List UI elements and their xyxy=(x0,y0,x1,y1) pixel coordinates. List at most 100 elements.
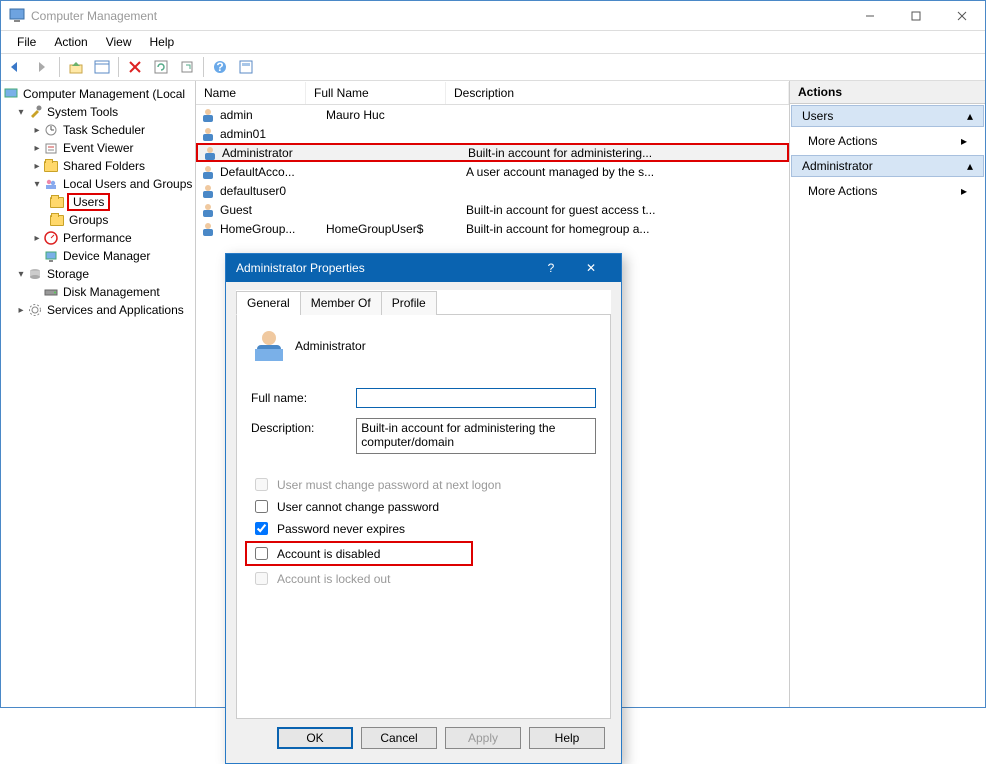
user-row[interactable]: GuestBuilt-in account for guest access t… xyxy=(196,200,789,219)
mmc-icon xyxy=(3,86,19,102)
menu-action[interactable]: Action xyxy=(46,33,95,51)
cell-fullname: HomeGroupUser$ xyxy=(326,222,466,236)
titlebar: Computer Management xyxy=(1,1,985,31)
close-button[interactable] xyxy=(939,1,985,31)
minimize-button[interactable] xyxy=(847,1,893,31)
cell-description: Built-in account for administering... xyxy=(468,146,787,160)
col-fullname[interactable]: Full Name xyxy=(306,82,446,104)
tree-task-scheduler[interactable]: ▸Task Scheduler xyxy=(1,121,195,139)
toolbar: ? xyxy=(1,53,985,81)
apply-button[interactable]: Apply xyxy=(445,727,521,749)
dialog-help-button[interactable]: ? xyxy=(531,261,571,275)
storage-icon xyxy=(27,266,43,282)
user-row[interactable]: DefaultAcco... A user account managed by … xyxy=(196,162,789,181)
cell-name: Guest xyxy=(220,203,326,217)
tree-system-tools[interactable]: ▾System Tools xyxy=(1,103,195,121)
help-button[interactable]: ? xyxy=(208,56,232,78)
tab-profile[interactable]: Profile xyxy=(381,291,437,315)
cell-name: Administrator xyxy=(222,146,328,160)
actions-header: Actions xyxy=(790,81,985,104)
main-window: Computer Management File Action View Hel… xyxy=(0,0,986,708)
cell-description: A user account managed by the s... xyxy=(466,165,789,179)
user-row[interactable]: HomeGroup...HomeGroupUser$Built-in accou… xyxy=(196,219,789,238)
chk-disabled[interactable]: Account is disabled xyxy=(245,541,473,566)
tree-storage[interactable]: ▾Storage xyxy=(1,265,195,283)
fullname-input[interactable] xyxy=(356,388,596,408)
chk-never-expires[interactable]: Password never expires xyxy=(251,519,596,538)
tree-event-viewer[interactable]: ▸Event Viewer xyxy=(1,139,195,157)
chk-cannot-change[interactable]: User cannot change password xyxy=(251,497,596,516)
options-button[interactable] xyxy=(234,56,258,78)
menu-view[interactable]: View xyxy=(98,33,140,51)
separator-icon xyxy=(59,57,60,77)
cancel-button[interactable]: Cancel xyxy=(361,727,437,749)
separator-icon xyxy=(203,57,204,77)
col-name[interactable]: Name xyxy=(196,82,306,104)
user-icon xyxy=(200,202,216,218)
performance-icon xyxy=(43,230,59,246)
tree-root[interactable]: Computer Management (Local xyxy=(1,85,195,103)
back-button[interactable] xyxy=(5,56,29,78)
menu-help[interactable]: Help xyxy=(142,33,183,51)
export-button[interactable] xyxy=(175,56,199,78)
cell-name: admin01 xyxy=(220,127,326,141)
collapse-icon: ▴ xyxy=(967,109,973,123)
actions-more-users[interactable]: More Actions▸ xyxy=(790,128,985,154)
forward-button[interactable] xyxy=(31,56,55,78)
disk-icon xyxy=(43,284,59,300)
user-icon xyxy=(200,164,216,180)
col-description[interactable]: Description xyxy=(446,82,789,104)
app-icon xyxy=(9,8,25,24)
user-row[interactable]: admin01 xyxy=(196,124,789,143)
refresh-button[interactable] xyxy=(149,56,173,78)
description-label: Description: xyxy=(251,418,356,435)
cell-name: DefaultAcco... xyxy=(220,165,326,179)
actions-group-admin[interactable]: Administrator▴ xyxy=(791,155,984,177)
chevron-right-icon: ▸ xyxy=(961,134,967,148)
actions-more-admin[interactable]: More Actions▸ xyxy=(790,178,985,204)
cell-name: defaultuser0 xyxy=(220,184,326,198)
user-icon xyxy=(202,145,218,161)
ok-button[interactable]: OK xyxy=(277,727,353,749)
collapse-icon: ▴ xyxy=(967,159,973,173)
dialog-close-button[interactable]: ✕ xyxy=(571,261,611,275)
tree-shared-folders[interactable]: ▸Shared Folders xyxy=(1,157,195,175)
separator-icon xyxy=(118,57,119,77)
menu-file[interactable]: File xyxy=(9,33,44,51)
fullname-label: Full name: xyxy=(251,388,356,405)
tree-performance[interactable]: ▸Performance xyxy=(1,229,195,247)
event-icon xyxy=(43,140,59,156)
tree-local-users[interactable]: ▾Local Users and Groups xyxy=(1,175,195,193)
tab-general[interactable]: General xyxy=(236,291,301,315)
maximize-button[interactable] xyxy=(893,1,939,31)
tree-device-manager[interactable]: Device Manager xyxy=(1,247,195,265)
user-row[interactable]: defaultuser0 xyxy=(196,181,789,200)
tree-pane: Computer Management (Local ▾System Tools… xyxy=(1,81,196,707)
tree-users[interactable]: Users xyxy=(1,193,195,211)
dialog-titlebar: Administrator Properties ? ✕ xyxy=(226,254,621,282)
svg-text:?: ? xyxy=(216,60,223,74)
actions-group-users[interactable]: Users▴ xyxy=(791,105,984,127)
tab-content: Administrator Full name: Description: Us… xyxy=(236,315,611,719)
description-input[interactable] xyxy=(356,418,596,454)
help-button[interactable]: Help xyxy=(529,727,605,749)
user-label: Administrator xyxy=(295,327,366,353)
dialog-body: General Member Of Profile Administrator … xyxy=(226,282,621,763)
tab-memberof[interactable]: Member Of xyxy=(300,291,382,315)
shared-folder-icon xyxy=(43,158,59,174)
user-icon xyxy=(200,183,216,199)
tree-groups[interactable]: Groups xyxy=(1,211,195,229)
tree-services[interactable]: ▸Services and Applications xyxy=(1,301,195,319)
delete-button[interactable] xyxy=(123,56,147,78)
services-icon xyxy=(27,302,43,318)
up-button[interactable] xyxy=(64,56,88,78)
actions-pane: Actions Users▴ More Actions▸ Administrat… xyxy=(790,81,985,707)
user-row[interactable]: adminMauro Huc xyxy=(196,105,789,124)
user-row[interactable]: Administrator Built-in account for admini… xyxy=(196,143,789,162)
window-title: Computer Management xyxy=(31,9,847,23)
dialog-tabs: General Member Of Profile xyxy=(236,290,611,315)
cell-name: HomeGroup... xyxy=(220,222,326,236)
properties-button[interactable] xyxy=(90,56,114,78)
tree-disk-mgmt[interactable]: Disk Management xyxy=(1,283,195,301)
chk-locked: Account is locked out xyxy=(251,569,596,588)
